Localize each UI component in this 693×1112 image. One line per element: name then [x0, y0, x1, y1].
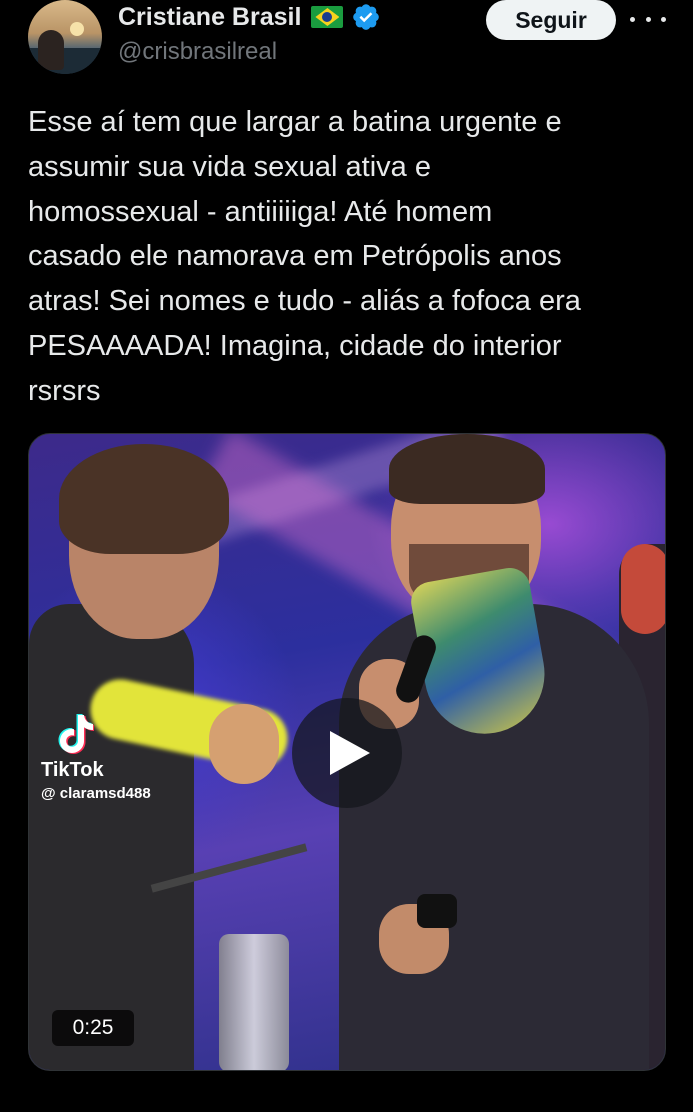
left-man-hand [209, 704, 279, 784]
left-man-body [29, 604, 194, 1070]
right-man-hair [389, 434, 545, 504]
tiktok-watermark-label: TikTok [41, 759, 104, 781]
verified-badge-icon [353, 4, 380, 30]
avatar[interactable] [28, 0, 102, 74]
more-horizontal-icon[interactable] [630, 4, 666, 34]
author-name[interactable]: Cristiane Brasil [118, 3, 301, 32]
background-person-head [621, 544, 665, 634]
author-handle[interactable]: @crisbrasilreal [118, 38, 277, 66]
tiktok-logo-icon [58, 714, 94, 754]
wristwatch [417, 894, 457, 928]
play-button[interactable] [292, 698, 402, 808]
brazil-flag-icon [311, 6, 344, 28]
trumpet [219, 934, 289, 1070]
video-player[interactable]: TikTok @ claramsd488 0:25 [28, 433, 666, 1071]
play-icon [330, 731, 370, 775]
follow-button[interactable]: Seguir [486, 0, 616, 40]
avatar-person [38, 30, 64, 70]
tweet-text: Esse aí tem que largar a batina urgente … [28, 106, 581, 407]
tweet-header: Cristiane Brasil @crisbrasilreal Seguir [0, 0, 693, 90]
video-duration-badge: 0:25 [52, 1010, 134, 1046]
left-man-hair [59, 444, 229, 554]
avatar-sun [70, 22, 84, 36]
author-name-row: Cristiane Brasil [118, 2, 381, 32]
tiktok-watermark-user: @ claramsd488 [41, 785, 151, 802]
